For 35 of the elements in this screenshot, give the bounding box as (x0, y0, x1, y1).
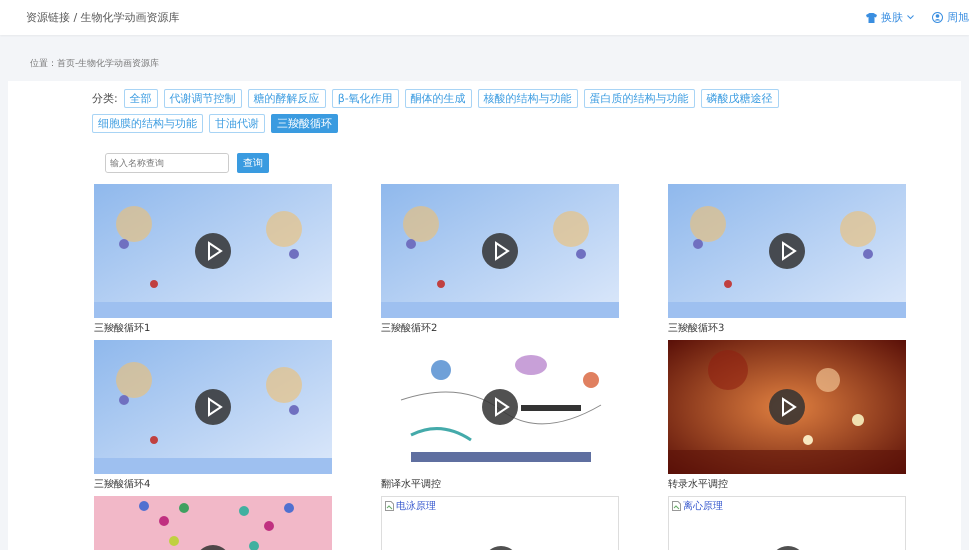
play-icon[interactable] (195, 389, 231, 425)
search-field[interactable]: 输入名称查询 (105, 153, 229, 173)
video-title[interactable]: 转录水平调控 (668, 474, 906, 496)
category-tag[interactable]: 酮体的生成 (404, 89, 472, 108)
category-tag[interactable]: 细胞膜的结构与功能 (92, 114, 203, 133)
video-title[interactable]: 三羧酸循环4 (94, 474, 332, 496)
breadcrumb: 资源链接 / 生物化学动画资源库 (26, 10, 181, 25)
shirt-icon (866, 12, 877, 22)
video-title[interactable]: 三羧酸循环3 (668, 318, 906, 340)
category-tag[interactable]: 代谢调节控制 (164, 89, 242, 108)
user-icon (932, 12, 943, 23)
filter-label: 分类: (92, 91, 118, 106)
play-icon[interactable] (195, 233, 231, 269)
search-button[interactable]: 查询 (237, 153, 269, 173)
location-breadcrumb: 位置：首页-生物化学动画资源库 (29, 58, 160, 71)
chevron-icon (907, 15, 914, 20)
play-icon[interactable] (769, 389, 805, 425)
play-icon[interactable] (769, 233, 805, 269)
video-title[interactable]: 翻译水平调控 (381, 474, 619, 496)
category-tag[interactable]: 蛋白质的结构与功能 (584, 89, 695, 108)
broken-image: 电泳原理 (385, 499, 436, 513)
video-title[interactable]: 三羧酸循环2 (381, 318, 619, 340)
category-tag[interactable]: 甘油代谢 (209, 114, 265, 133)
category-tag[interactable]: 糖的酵解反应 (248, 89, 326, 108)
category-tag[interactable]: 全部 (124, 89, 158, 108)
category-tag[interactable]: 三羧酸循环 (271, 114, 338, 133)
user-menu[interactable]: 周旭 (932, 10, 969, 25)
video-title[interactable]: 三羧酸循环1 (94, 318, 332, 340)
play-icon[interactable] (482, 389, 518, 425)
play-icon[interactable] (482, 233, 518, 269)
broken-image: 离心原理 (672, 499, 723, 513)
category-tag[interactable]: 磷酸戊糖途径 (700, 89, 779, 108)
category-tag[interactable]: 核酸的结构与功能 (478, 89, 578, 108)
category-tag[interactable]: β-氧化作用 (332, 89, 399, 108)
skin-menu[interactable]: 换肤 (866, 10, 914, 25)
